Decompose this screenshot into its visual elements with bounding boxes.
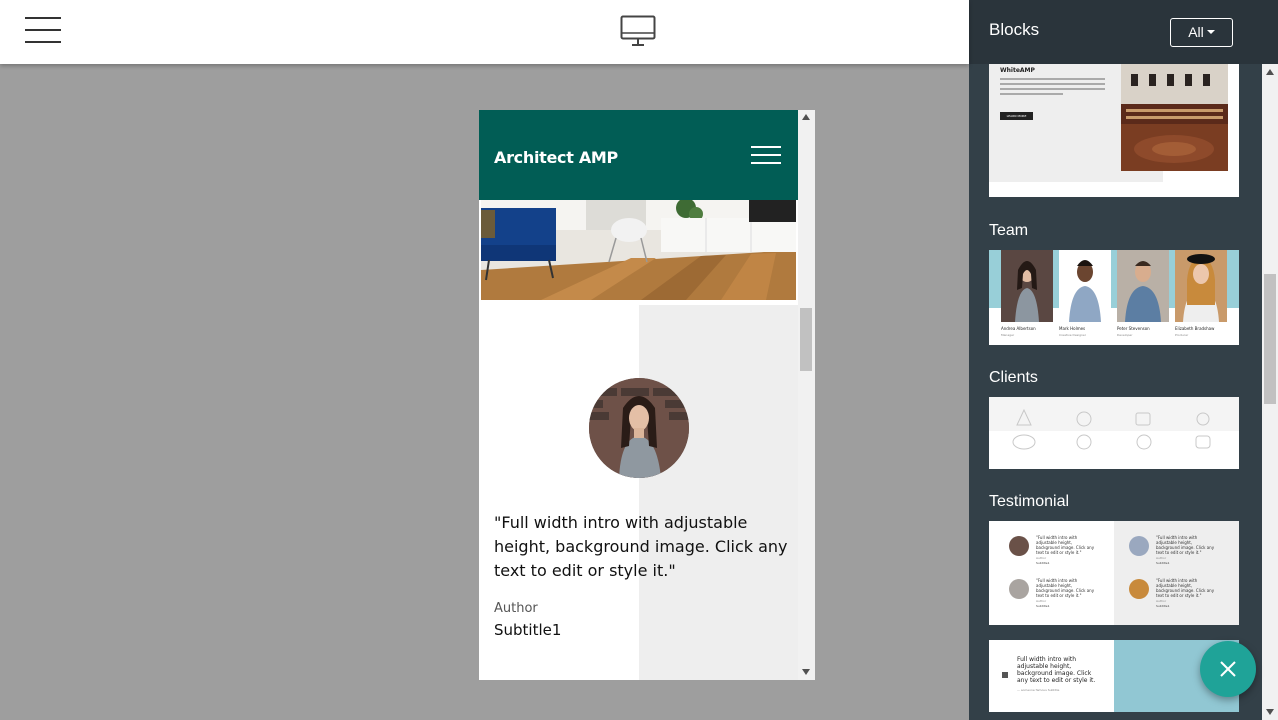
sidebar-title: Blocks [989, 20, 1040, 39]
team-member-role-1: Manager [1001, 333, 1015, 337]
testimonial-thumb-subtitle-2: Subtitle1 [1156, 561, 1170, 565]
testimonial-thumb-quote-1: "Full width intro with adjustable height… [1036, 535, 1095, 555]
testimonial-thumb-avatar-3 [1009, 579, 1029, 599]
testimonial-thumb-subtitle-4: Subtitle1 [1156, 604, 1170, 608]
intro-thumb-text: Full width intro with adjustable height,… [1017, 656, 1096, 684]
block-thumb-testimonial[interactable]: "Full width intro with adjustable height… [989, 521, 1239, 625]
preview-hamburger-icon[interactable] [751, 146, 781, 164]
sidebar-scroll-thumb[interactable] [1264, 274, 1276, 404]
testimonial-thumb-author-4: Author [1156, 599, 1167, 603]
testimonial-thumb-avatar-1 [1009, 536, 1029, 556]
testimonial-thumb-subtitle-3: Subtitle1 [1036, 604, 1050, 608]
desktop-view-icon[interactable] [620, 15, 656, 47]
team-member-name-3: Peter Stevenson [1117, 326, 1150, 331]
main-menu-icon[interactable] [25, 17, 61, 45]
top-toolbar [0, 0, 969, 64]
team-member-role-4: Producer [1175, 333, 1189, 337]
testimonial-thumb-quote-2: "Full width intro with adjustable height… [1156, 535, 1215, 555]
block-thumb-whiteamp[interactable]: WhiteAMP LEARN MORE [989, 64, 1239, 197]
team-photo-4 [1175, 250, 1227, 322]
close-blocks-fab[interactable] [1200, 641, 1256, 697]
team-member-name-4: Elizabeth Bradshaw [1175, 326, 1215, 331]
testimonial-thumb-quote-4: "Full width intro with adjustable height… [1156, 578, 1215, 598]
blocks-sidebar: Blocks All WhiteAMP LEARN MORE Team Andr… [969, 0, 1278, 720]
team-member-role-3: Developer [1117, 333, 1133, 337]
testimonial-author[interactable]: Author [494, 601, 538, 616]
whiteamp-text-lines [1000, 78, 1105, 95]
testimonial-thumb-subtitle-1: Subtitle1 [1036, 561, 1050, 565]
sidebar-header: Blocks All [969, 0, 1278, 64]
testimonial-quote[interactable]: "Full width intro with adjustable height… [494, 511, 789, 583]
preview-navbar[interactable]: Architect AMP [479, 110, 798, 200]
sidebar-scroll-down-icon[interactable] [1266, 709, 1274, 715]
block-label-clients: Clients [989, 369, 1038, 386]
testimonial-thumb-avatar-4 [1129, 579, 1149, 599]
author-avatar [589, 378, 689, 478]
block-label-team: Team [989, 222, 1029, 239]
mobile-preview[interactable]: Architect AMP "Full width intro with adj… [479, 110, 815, 680]
testimonial-thumb-avatar-2 [1129, 536, 1149, 556]
filter-all-label: All [1188, 24, 1204, 40]
team-member-name-2: Mark Holmes [1059, 326, 1086, 331]
caret-down-icon [1206, 30, 1215, 35]
preview-page: Architect AMP "Full width intro with adj… [479, 110, 798, 680]
sidebar-scroll-up-icon[interactable] [1266, 69, 1274, 75]
living-room-image [481, 200, 796, 300]
sidebar-scrollbar[interactable] [1262, 64, 1278, 720]
client-logos [1012, 408, 1211, 450]
close-icon [1220, 661, 1236, 677]
intro-thumb-caption: — someone famous Subtitle [1017, 688, 1060, 692]
testimonial-subtitle[interactable]: Subtitle1 [494, 621, 561, 639]
team-member-role-2: Creative Designer [1059, 333, 1086, 337]
block-thumb-clients[interactable] [989, 397, 1239, 469]
whiteamp-title: WhiteAMP [1000, 67, 1035, 74]
block-label-testimonial: Testimonial [989, 493, 1070, 510]
preview-scrollbar[interactable] [798, 110, 815, 680]
team-member-name-1: Andrea Albertson [1001, 326, 1036, 331]
testimonial-bg-panel [639, 305, 798, 680]
whiteamp-learn-more-button: LEARN MORE [1000, 112, 1033, 120]
team-photo-1 [1001, 250, 1053, 322]
intro-thumb-play-icon [1002, 672, 1008, 678]
scroll-down-arrow-icon[interactable] [802, 669, 810, 675]
testimonial-thumb-author-2: Author [1156, 556, 1167, 560]
testimonial-thumb-author-1: Author [1036, 556, 1047, 560]
scroll-up-arrow-icon[interactable] [802, 114, 810, 120]
blocks-list[interactable]: WhiteAMP LEARN MORE Team Andrea Albertso… [969, 64, 1263, 720]
block-thumb-team[interactable]: Andrea Albertson Mark Holmes Peter Steve… [989, 250, 1239, 345]
library-image [1121, 64, 1228, 171]
testimonial-thumb-quote-3: "Full width intro with adjustable height… [1036, 578, 1095, 598]
preview-brand[interactable]: Architect AMP [494, 148, 618, 167]
team-photo-2 [1059, 250, 1111, 322]
testimonial-thumb-author-3: Author [1036, 599, 1047, 603]
filter-all-button[interactable]: All [1170, 18, 1233, 47]
testimonial-section[interactable]: "Full width intro with adjustable height… [479, 305, 798, 680]
preview-scroll-thumb[interactable] [800, 308, 812, 371]
team-photo-3 [1117, 250, 1169, 322]
